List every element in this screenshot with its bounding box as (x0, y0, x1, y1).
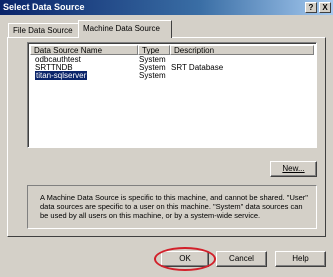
info-text: A Machine Data Source is specific to thi… (27, 185, 317, 229)
list-item-name: titan-sqlserver (33, 70, 89, 81)
cancel-button[interactable]: Cancel (216, 251, 267, 267)
list-item-description: SRT Database (171, 63, 224, 72)
window-title: Select Data Source (3, 2, 85, 12)
list-item-description (170, 72, 314, 80)
ok-button[interactable]: OK (161, 251, 209, 267)
close-button[interactable]: X (319, 2, 331, 13)
column-header-type[interactable]: Type (138, 45, 170, 55)
new-button[interactable]: New... (270, 161, 317, 177)
title-bar: Select Data Source ? X (0, 0, 333, 15)
column-header-name[interactable]: Data Source Name (30, 45, 138, 55)
column-header-description[interactable]: Description (170, 45, 314, 55)
tab-file-data-source[interactable]: File Data Source (8, 23, 79, 37)
list-item-selected[interactable]: titan-sqlserver System (30, 70, 314, 81)
data-source-list[interactable]: Data Source Name Type Description odbcau… (27, 42, 317, 148)
tab-machine-data-source[interactable]: Machine Data Source (78, 20, 172, 38)
help-button[interactable]: Help (275, 251, 326, 267)
help-title-button[interactable]: ? (305, 2, 317, 13)
list-item-type: System (139, 71, 166, 80)
list-header: Data Source Name Type Description (30, 45, 314, 55)
